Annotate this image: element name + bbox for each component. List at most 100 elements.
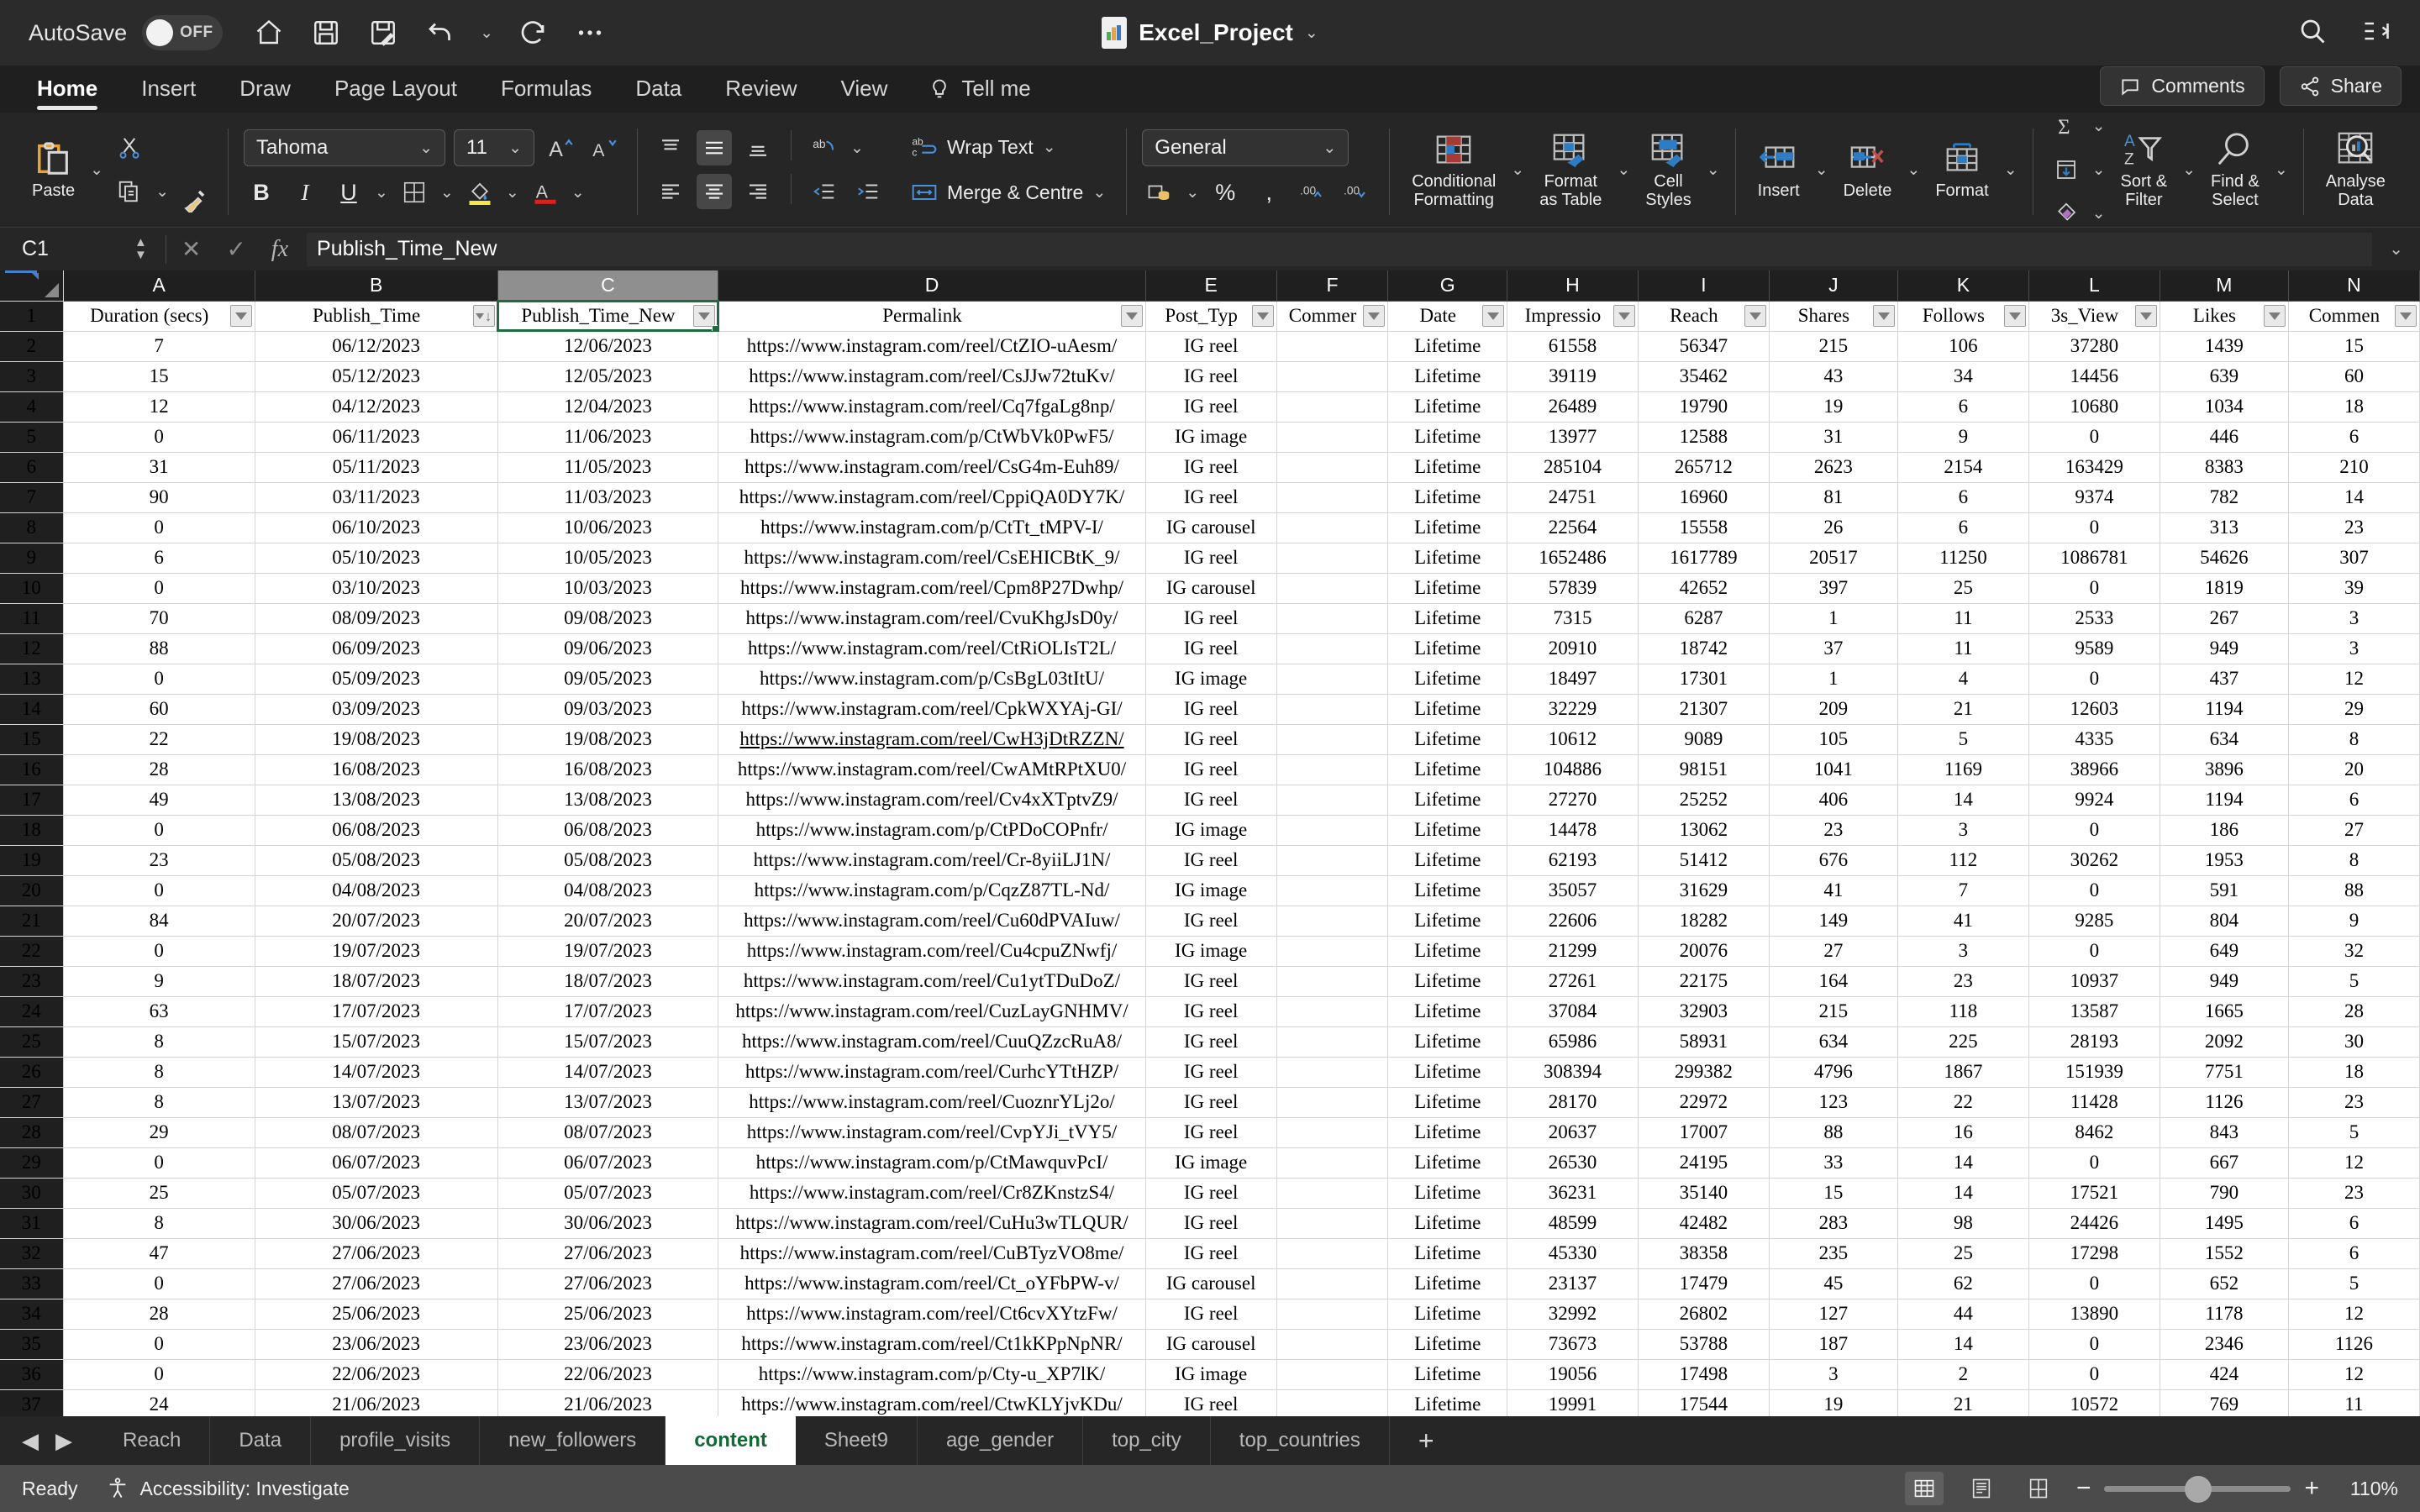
grid-cell[interactable]: 1665 — [2160, 996, 2289, 1027]
grid-cell[interactable]: 313 — [2160, 512, 2289, 543]
grid-cell[interactable]: 13/07/2023 — [255, 1087, 498, 1118]
zoom-in-button[interactable]: + — [2304, 1474, 2319, 1503]
grid-cell[interactable]: 4335 — [2028, 724, 2160, 755]
grid-cell[interactable] — [1276, 996, 1389, 1027]
delete-cells-button[interactable]: Delete — [1837, 139, 1899, 200]
accessibility-button[interactable]: Accessibility: Investigate — [106, 1477, 350, 1500]
grid-cell[interactable]: Lifetime — [1387, 1208, 1507, 1239]
format-as-table-chevron-down-icon[interactable]: ⌄ — [1617, 160, 1630, 180]
grid-cell[interactable] — [1276, 664, 1389, 695]
row-header-25[interactable]: 25 — [0, 1026, 64, 1058]
grid-cell[interactable]: IG reel — [1145, 633, 1277, 664]
sort-filter-dropdown-icon[interactable]: ↓ — [472, 305, 495, 327]
column-header-e[interactable]: E — [1145, 270, 1277, 302]
grid-cell[interactable]: 22 — [1897, 1087, 2029, 1118]
underline-chevron-down-icon[interactable]: ⌄ — [375, 183, 388, 202]
grid-cell[interactable]: IG reel — [1145, 1117, 1277, 1148]
table-row[interactable]: 5 0 06/11/2023 11/06/2023 https://www.instag… — [0, 422, 2420, 453]
grid-cell[interactable]: 19991 — [1507, 1389, 1639, 1416]
align-right-button[interactable] — [740, 174, 776, 209]
grid-cell[interactable]: 98151 — [1638, 754, 1770, 785]
grid-cell[interactable] — [1276, 785, 1389, 816]
table-row[interactable]: 36 0 22/06/2023 22/06/2023 https://www.insta… — [0, 1359, 2420, 1390]
grid-cell[interactable]: https://www.instagram.com/p/Cty-u_XP7lK/ — [718, 1359, 1146, 1390]
font-color-button[interactable]: A — [528, 175, 563, 210]
grid-cell[interactable]: 1126 — [2160, 1087, 2289, 1118]
zoom-slider[interactable]: − + — [2076, 1474, 2319, 1503]
grid-cell[interactable]: 0 — [2028, 422, 2160, 453]
grid-cell[interactable]: 0 — [2028, 664, 2160, 695]
page-layout-view-button[interactable] — [1962, 1472, 2001, 1505]
grid-cell[interactable]: Lifetime — [1387, 1389, 1507, 1416]
cell-styles-chevron-down-icon[interactable]: ⌄ — [1707, 160, 1720, 180]
grid-cell[interactable]: 06/09/2023 — [255, 633, 498, 664]
grid-cell[interactable]: https://www.instagram.com/reel/Ct_oYFbPW… — [718, 1268, 1146, 1299]
grid-cell[interactable]: 06/08/2023 — [255, 815, 498, 846]
grid-cell[interactable]: Lifetime — [1387, 331, 1507, 362]
italic-button[interactable]: I — [287, 175, 323, 210]
grid-cell[interactable]: IG reel — [1145, 543, 1277, 574]
row-header-12[interactable]: 12 — [0, 633, 64, 664]
number-format-select[interactable]: General ⌄ — [1142, 129, 1349, 166]
grid-cell[interactable]: 35462 — [1638, 361, 1770, 392]
grid-cell[interactable]: 23/06/2023 — [255, 1329, 498, 1360]
sheet-tab-age_gender[interactable]: age_gender — [918, 1416, 1084, 1465]
column-header-l[interactable]: L — [2028, 270, 2160, 302]
grid-cell[interactable]: 63 — [63, 996, 255, 1027]
row-header-23[interactable]: 23 — [0, 966, 64, 997]
grid-cell[interactable]: 9285 — [2028, 906, 2160, 937]
grid-cell[interactable] — [1276, 1026, 1389, 1058]
grid-cell[interactable]: IG reel — [1145, 1026, 1277, 1058]
grid-cell[interactable]: 03/11/2023 — [255, 482, 498, 513]
sheet-next-icon[interactable]: ▶ — [55, 1428, 72, 1454]
grid-cell[interactable]: 25/06/2023 — [497, 1299, 719, 1330]
grid-cell[interactable]: 5 — [2288, 1117, 2420, 1148]
grid-cell[interactable]: 24195 — [1638, 1147, 1770, 1179]
table-row[interactable]: 13 0 05/09/2023 09/05/2023 https://www.insta… — [0, 664, 2420, 695]
grid-cell[interactable]: 12603 — [2028, 694, 2160, 725]
grid-cell[interactable]: Lifetime — [1387, 875, 1507, 906]
grid-cell[interactable]: 27/06/2023 — [497, 1268, 719, 1299]
grid-cell[interactable]: 2 — [1897, 1359, 2029, 1390]
find-select-button[interactable]: Find & Select — [2204, 130, 2266, 210]
tell-me-button[interactable]: Tell me — [913, 76, 1031, 113]
grid-cell[interactable]: 22 — [63, 724, 255, 755]
tab-view[interactable]: View — [823, 71, 907, 113]
search-icon[interactable] — [2297, 16, 2328, 50]
grid-cell[interactable]: 22/06/2023 — [255, 1359, 498, 1390]
comments-button[interactable]: Comments — [2100, 66, 2265, 106]
fx-icon[interactable]: fx — [271, 236, 288, 263]
sheet-tab-top_city[interactable]: top_city — [1083, 1416, 1211, 1465]
grid-cell[interactable]: 12 — [2288, 1299, 2420, 1330]
table-row[interactable]: 26 8 14/07/2023 14/07/2023 https://www.insta… — [0, 1057, 2420, 1088]
row-header-30[interactable]: 30 — [0, 1178, 64, 1209]
table-row[interactable]: 20 0 04/08/2023 04/08/2023 https://www.insta… — [0, 875, 2420, 906]
decrease-indent-button[interactable] — [807, 174, 842, 209]
filter-dropdown-icon[interactable] — [1363, 305, 1386, 327]
format-as-table-button[interactable]: Format as Table — [1533, 130, 1608, 210]
grid-cell[interactable]: 10/05/2023 — [497, 543, 719, 574]
grid-cell[interactable]: 25252 — [1638, 785, 1770, 816]
paste-button[interactable]: Paste — [25, 139, 82, 200]
row-header-20[interactable]: 20 — [0, 875, 64, 906]
table-row[interactable]: 2 7 06/12/2023 12/06/2023 https://www.instag… — [0, 331, 2420, 362]
grid-cell[interactable]: 634 — [1769, 1026, 1898, 1058]
grid-cell[interactable]: https://www.instagram.com/reel/Cr-8yiiLJ… — [718, 845, 1146, 876]
filter-dropdown-icon[interactable] — [2003, 305, 2026, 327]
grid-cell[interactable]: 56347 — [1638, 331, 1770, 362]
grid-cell[interactable]: 12 — [2288, 1147, 2420, 1179]
grid-cell[interactable]: 09/08/2023 — [497, 603, 719, 634]
cancel-icon[interactable]: ✕ — [182, 235, 201, 263]
column-header-j[interactable]: J — [1769, 270, 1898, 302]
grid-cell[interactable]: 1 — [1769, 603, 1898, 634]
row-header-11[interactable]: 11 — [0, 603, 64, 634]
grid-cell[interactable]: https://www.instagram.com/p/CtPDoCOPnfr/ — [718, 815, 1146, 846]
grid-cell[interactable]: 299382 — [1638, 1057, 1770, 1088]
grid-cell[interactable]: 424 — [2160, 1359, 2289, 1390]
decrease-decimal-button[interactable]: .00 — [1339, 175, 1374, 210]
grid-cell[interactable]: 652 — [2160, 1268, 2289, 1299]
grid-cell[interactable]: https://www.instagram.com/reel/CwAMtRPtX… — [5, 270, 1146, 785]
grid-cell[interactable]: 112 — [1897, 845, 2029, 876]
grid-cell[interactable]: IG reel — [1145, 1178, 1277, 1209]
tab-draw[interactable]: Draw — [221, 71, 309, 113]
